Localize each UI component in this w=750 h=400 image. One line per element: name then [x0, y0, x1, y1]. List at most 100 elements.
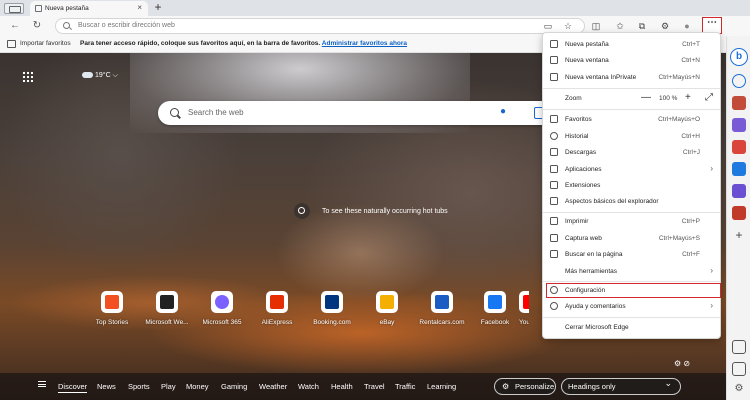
feed-tab[interactable]: Weather [259, 382, 287, 391]
open-new-window-icon[interactable] [732, 362, 746, 376]
quick-link-tile[interactable]: Rentalcars.com [417, 291, 467, 326]
profile-avatar[interactable]: ● [680, 19, 694, 33]
menu-item-label: Buscar en la página [565, 251, 623, 258]
sidebar-settings-icon[interactable]: ⚙ [732, 382, 746, 396]
chevron-right-icon: › [710, 301, 713, 310]
split-screen-icon[interactable]: ◫ [589, 19, 603, 33]
quick-link-tile[interactable]: Microsoft We... [142, 291, 192, 326]
chevron-down-icon: ⌵ [112, 72, 118, 79]
menu-item-downloads[interactable]: Descargas Ctrl+J [543, 145, 720, 160]
office-icon[interactable] [732, 206, 746, 220]
fullscreen-icon[interactable]: ⤢ [705, 92, 713, 103]
menu-item-apps[interactable]: Aplicaciones › [543, 162, 720, 177]
feed-tab[interactable]: Health [331, 382, 353, 391]
new-tab-icon [550, 40, 558, 48]
gear-icon [550, 286, 558, 294]
tab-close-icon[interactable]: × [137, 3, 142, 12]
feed-tab[interactable]: Sports [128, 382, 150, 391]
menu-item-web-capture[interactable]: Captura web Ctrl+Mayús+S [543, 231, 720, 246]
quick-link-tile[interactable]: Microsoft 365 [197, 291, 247, 326]
menu-item-settings[interactable]: Configuración [543, 283, 720, 298]
layout-select[interactable]: Headings only [561, 376, 681, 395]
games-icon[interactable] [732, 140, 746, 154]
apps-launcher-icon[interactable] [22, 71, 33, 82]
quick-link-tile[interactable]: YouTube [519, 291, 529, 326]
web-capture-icon [550, 234, 558, 242]
feed-tab[interactable]: Travel [364, 382, 385, 391]
address-bar[interactable]: Buscar o escribir dirección web ▭ ☆ [55, 18, 585, 34]
quick-links: Top Stories Microsoft We... Microsoft 36… [87, 291, 529, 331]
zoom-out-button[interactable]: — [641, 92, 651, 103]
new-tab-button[interactable]: + [151, 0, 165, 14]
search-icon [63, 22, 70, 29]
menu-item-find-on-page[interactable]: Buscar en la página Ctrl+F [543, 247, 720, 262]
menu-item-shortcut: Ctrl+P [681, 218, 700, 225]
add-icon[interactable]: + [732, 228, 746, 242]
favorite-star-icon[interactable]: ☆ [561, 19, 575, 33]
feed-tab[interactable]: News [97, 382, 116, 391]
menu-item-new-tab[interactable]: Nueva pestaña Ctrl+T [543, 37, 720, 52]
weather-widget[interactable]: 19°C ⌵ [82, 72, 118, 80]
quick-link-tile[interactable]: eBay [362, 291, 412, 326]
menu-item-favorites[interactable]: Favoritos Ctrl+Mayús+O [543, 112, 720, 127]
quick-link-tile[interactable]: AliExpress [252, 291, 302, 326]
microphone-icon[interactable]: ● [498, 106, 508, 120]
reader-view-icon[interactable]: ▭ [541, 19, 555, 33]
feed-tab[interactable]: Traffic [395, 382, 415, 391]
quick-link-tile[interactable]: Facebook [470, 291, 520, 326]
menu-item-label: Ayuda y comentarios [565, 303, 626, 310]
image-caption[interactable]: To see these naturally occurring hot tub… [322, 207, 452, 217]
shopping-icon[interactable] [732, 96, 746, 110]
menu-item-more-tools[interactable]: Más herramientas › [543, 264, 720, 279]
manage-favorites-link[interactable]: Administrar favoritos ahora [322, 40, 407, 47]
favorites-icon[interactable]: ✩ [613, 19, 627, 33]
menu-icon[interactable] [38, 381, 46, 387]
quick-link-tile[interactable]: Booking.com [307, 291, 357, 326]
tab-strip: Nueva pestaña × + [0, 0, 750, 16]
feed-tab[interactable]: Watch [298, 382, 319, 391]
menu-item-extensions[interactable]: Extensiones [543, 178, 720, 193]
zoom-in-button[interactable]: + [685, 92, 691, 103]
menu-item-history[interactable]: Historial Ctrl+H [543, 129, 720, 144]
menu-item-print[interactable]: Imprimir Ctrl+P [543, 214, 720, 229]
menu-item-new-window[interactable]: Nueva ventana Ctrl+N [543, 53, 720, 68]
search-icon[interactable] [732, 74, 746, 88]
menu-item-close-edge[interactable]: Cerrar Microsoft Edge [543, 320, 720, 335]
personalize-button[interactable]: Personalize [494, 378, 556, 395]
menu-item-inprivate[interactable]: Nueva ventana InPrivate Ctrl+Mayús+N [543, 70, 720, 85]
quick-link-icon [211, 291, 233, 313]
feed-tab[interactable]: Money [186, 382, 209, 391]
page-settings-icons[interactable]: ⚙ ⊘ [674, 359, 690, 368]
tab-title: Nueva pestaña [45, 5, 89, 12]
web-search-box[interactable]: Search the web ● [158, 101, 554, 125]
chevron-right-icon: › [710, 266, 713, 275]
bing-copilot-button[interactable]: b [730, 48, 748, 66]
refresh-button[interactable]: ↻ [30, 19, 44, 33]
favorites-icon [550, 115, 558, 123]
tools-icon[interactable] [732, 118, 746, 132]
extensions-icon[interactable]: ⚙ [658, 19, 672, 33]
menu-item-browser-essentials[interactable]: Aspectos básicos del explorador [543, 194, 720, 209]
designer-icon[interactable] [732, 184, 746, 198]
quick-link-label: YouTube [519, 319, 529, 326]
quick-link-label: Microsoft 365 [202, 319, 242, 326]
feed-tab[interactable]: Learning [427, 382, 456, 391]
tile-logo [105, 295, 119, 309]
browser-essentials-icon [550, 197, 558, 205]
feed-tab[interactable]: Play [161, 382, 176, 391]
quick-link-tile[interactable]: Top Stories [87, 291, 137, 326]
tab-actions-button[interactable] [4, 3, 24, 14]
tile-logo [523, 295, 529, 309]
feed-tab[interactable]: Gaming [221, 382, 247, 391]
sidebar-layout-icon[interactable] [732, 340, 746, 354]
quick-link-label: Facebook [480, 319, 510, 326]
menu-item-help[interactable]: Ayuda y comentarios › [543, 299, 720, 314]
apps-icon [550, 165, 558, 173]
outlook-icon[interactable] [732, 162, 746, 176]
back-button[interactable]: ← [8, 19, 22, 33]
feed-tab[interactable]: Discover [58, 382, 88, 393]
collections-icon[interactable]: ⧉ [635, 19, 649, 33]
tab-new-tab[interactable]: Nueva pestaña × [30, 1, 148, 16]
image-search-icon[interactable] [294, 203, 310, 219]
import-favorites-button[interactable]: Importar favoritos [20, 40, 71, 47]
